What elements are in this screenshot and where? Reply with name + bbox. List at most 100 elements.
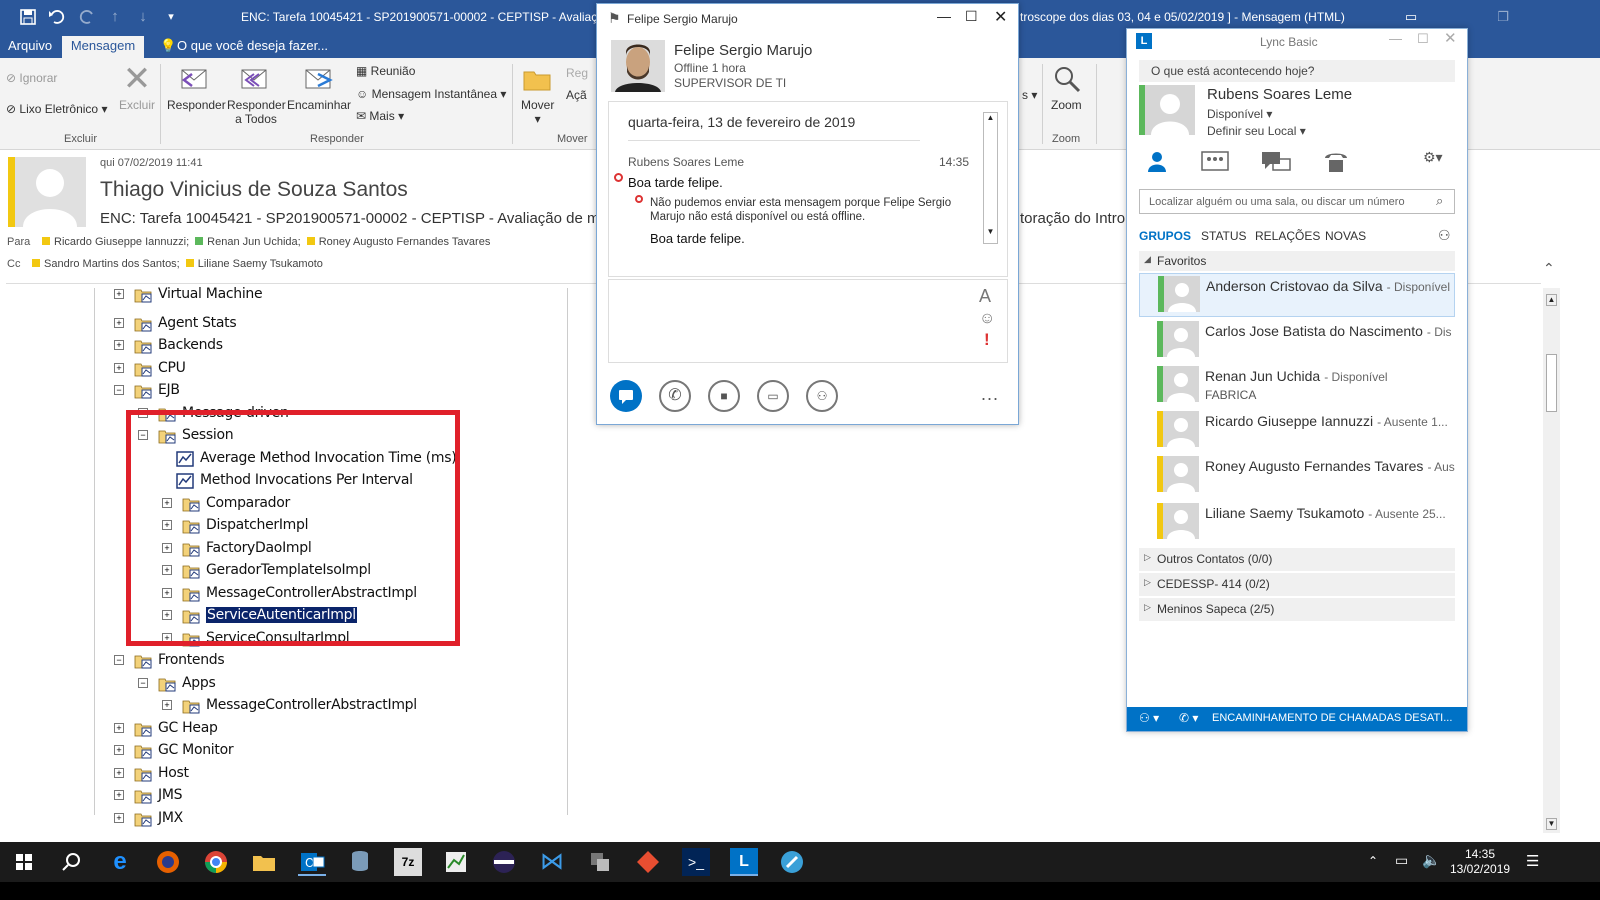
- contact-item[interactable]: Roney Augusto Fernandes Tavares - Aus: [1139, 454, 1455, 498]
- recipient-name[interactable]: Roney Augusto Fernandes Tavares: [319, 236, 491, 248]
- taskbar-time[interactable]: 14:35: [1450, 847, 1510, 861]
- taskbar-date[interactable]: 13/02/2019: [1450, 862, 1510, 876]
- phone-icon[interactable]: [1323, 150, 1349, 174]
- whats-happening-input[interactable]: O que está acontecendo hoje?: [1139, 60, 1455, 82]
- recipient[interactable]: Roney Augusto Fernandes Tavares: [306, 236, 491, 248]
- start-icon[interactable]: [10, 848, 38, 876]
- meeting-button[interactable]: ▦ Reunião: [356, 64, 415, 78]
- zoom-button[interactable]: Zoom: [1051, 98, 1082, 112]
- scroll-thumb[interactable]: [1546, 354, 1557, 412]
- chat-scroll-down-icon[interactable]: ▼: [984, 227, 997, 241]
- network-tool-icon[interactable]: [586, 848, 614, 876]
- tab-relacoes[interactable]: RELAÇÕES: [1255, 229, 1320, 243]
- share-screen-button[interactable]: ▭: [757, 380, 789, 412]
- recipient[interactable]: Sandro Martins dos Santos;: [32, 258, 180, 270]
- chat-compose-box[interactable]: A ☺ !: [608, 279, 1008, 363]
- tree-node-label[interactable]: Host: [158, 765, 189, 781]
- expand-icon[interactable]: +: [114, 340, 124, 350]
- vscode-icon[interactable]: ⋈: [538, 848, 566, 876]
- reply-all-button[interactable]: Responder a Todos: [227, 98, 286, 126]
- minimize-icon[interactable]: —: [937, 8, 951, 24]
- tree-node-label[interactable]: GC Heap: [158, 720, 218, 736]
- tree-node-label[interactable]: CPU: [158, 360, 186, 376]
- ribbon-display-icon[interactable]: ▭: [1400, 6, 1422, 28]
- recipient[interactable]: Ricardo Giuseppe Iannuzzi;: [42, 236, 189, 248]
- add-contact-icon[interactable]: ⚇: [1438, 227, 1451, 244]
- options-gear-icon[interactable]: ⚙▾: [1423, 149, 1443, 166]
- contact-item[interactable]: Liliane Saemy Tsukamoto - Ausente 25...: [1139, 501, 1455, 545]
- tree-node[interactable]: − Apps: [0, 673, 560, 695]
- presence-settings-icon[interactable]: ⚇ ▾: [1139, 711, 1159, 725]
- tree-node[interactable]: + CPU: [0, 358, 560, 380]
- chat-contact-name[interactable]: Felipe Sergio Marujo: [674, 42, 812, 59]
- down-arrow-icon[interactable]: ↓: [132, 6, 154, 28]
- app-icon[interactable]: [778, 848, 806, 876]
- expand-icon[interactable]: +: [114, 745, 124, 755]
- expand-icon[interactable]: +: [114, 289, 124, 299]
- show-hidden-icons[interactable]: ⌃: [1368, 854, 1378, 868]
- tree-node-label[interactable]: Backends: [158, 337, 223, 353]
- recipient-name[interactable]: Renan Jun Uchida;: [207, 236, 301, 248]
- chart-app-icon[interactable]: [442, 848, 470, 876]
- outlook-taskbar-icon[interactable]: O: [298, 848, 326, 876]
- recipient-name[interactable]: Sandro Martins dos Santos;: [44, 258, 180, 270]
- tree-node-label[interactable]: GC Monitor: [158, 742, 234, 758]
- more-button[interactable]: ✉ Mais ▾: [356, 109, 404, 123]
- firefox-icon[interactable]: [154, 848, 182, 876]
- delete-button[interactable]: Excluir: [119, 98, 155, 112]
- redo-icon[interactable]: [76, 6, 98, 28]
- tree-node-label[interactable]: Agent Stats: [158, 315, 237, 331]
- favorites-group-header[interactable]: ◢ Favoritos: [1139, 251, 1455, 271]
- edge-icon[interactable]: e: [106, 848, 134, 876]
- contact-item[interactable]: Anderson Cristovao da Silva - Disponível: [1139, 273, 1455, 317]
- contact-item[interactable]: Carlos Jose Batista do Nascimento - Dis: [1139, 319, 1455, 363]
- forward-button[interactable]: Encaminhar: [287, 98, 351, 112]
- tree-node-label[interactable]: Virtual Machine: [158, 286, 263, 302]
- rules-button[interactable]: Reg: [566, 66, 588, 80]
- conversations-icon[interactable]: [1201, 151, 1229, 173]
- tab-arquivo[interactable]: Arquivo: [8, 38, 52, 53]
- expand-icon[interactable]: +: [114, 722, 124, 733]
- group-header[interactable]: ▷ Outros Contatos (0/0): [1139, 548, 1455, 571]
- tree-node[interactable]: + Agent Stats: [0, 313, 560, 335]
- customize-icon[interactable]: ▾: [160, 6, 182, 28]
- git-icon[interactable]: [634, 848, 662, 876]
- chat-history-icon[interactable]: [1261, 151, 1291, 175]
- db-tool-icon[interactable]: [346, 848, 374, 876]
- notifications-icon[interactable]: ☰: [1526, 852, 1539, 870]
- contacts-icon[interactable]: [1145, 149, 1169, 173]
- tree-node[interactable]: + JMS: [0, 785, 560, 807]
- lync-taskbar-icon[interactable]: L: [730, 848, 758, 876]
- tree-node-label[interactable]: JMX: [158, 810, 183, 826]
- recipient-name[interactable]: Liliane Saemy Tsukamoto: [198, 258, 323, 270]
- call-forwarding-icon[interactable]: ✆ ▾: [1179, 711, 1198, 725]
- tab-grupos[interactable]: GRUPOS: [1139, 229, 1191, 243]
- junk-button[interactable]: ⊘ Lixo Eletrônico ▾: [6, 102, 107, 116]
- user-location-dropdown[interactable]: Definir seu Local ▾: [1207, 124, 1306, 138]
- undo-icon[interactable]: [46, 6, 68, 28]
- expand-icon[interactable]: +: [162, 700, 172, 710]
- tree-node[interactable]: + Host: [0, 763, 560, 785]
- tree-node-label[interactable]: JMS: [158, 787, 183, 803]
- contact-item[interactable]: Ricardo Giuseppe Iannuzzi - Ausente 1...: [1139, 409, 1455, 453]
- lync-minimize-icon[interactable]: —: [1389, 31, 1402, 46]
- tree-node[interactable]: − Frontends: [0, 650, 560, 672]
- group-header[interactable]: ▷ Meninos Sapeca (2/5): [1139, 598, 1455, 621]
- delete-icon[interactable]: ✕: [119, 62, 155, 98]
- contact-search-input[interactable]: Localizar alguém ou uma sala, ou discar …: [1139, 189, 1455, 214]
- tree-node-label[interactable]: Frontends: [158, 652, 225, 668]
- recipient[interactable]: Renan Jun Uchida;: [195, 236, 301, 248]
- move-button[interactable]: Mover ▾: [521, 98, 554, 126]
- call-forwarding-status[interactable]: ENCAMINHAMENTO DE CHAMADAS DESATI...: [1212, 712, 1452, 724]
- font-icon[interactable]: A: [979, 286, 991, 307]
- importance-icon[interactable]: !: [984, 330, 990, 350]
- conversation-scrollbar[interactable]: ▲ ▼: [983, 112, 998, 244]
- recipient[interactable]: Liliane Saemy Tsukamoto: [185, 258, 323, 270]
- ignore-button[interactable]: ⊘ Ignorar: [6, 71, 57, 85]
- save-icon[interactable]: [17, 6, 39, 28]
- expand-icon[interactable]: +: [114, 767, 124, 778]
- collapse-icon[interactable]: −: [114, 655, 124, 665]
- user-status-dropdown[interactable]: Disponível ▾: [1207, 107, 1272, 121]
- actions-button[interactable]: Açã: [566, 88, 587, 102]
- file-explorer-icon[interactable]: [250, 848, 278, 876]
